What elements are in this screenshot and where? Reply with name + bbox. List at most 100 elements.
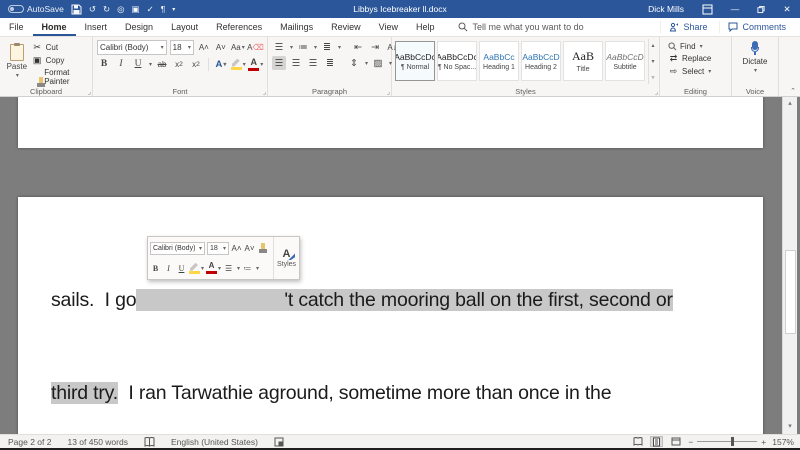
- tab-design[interactable]: Design: [116, 18, 162, 36]
- tab-insert[interactable]: Insert: [76, 18, 117, 36]
- scrollbar-thumb[interactable]: [785, 250, 796, 334]
- tab-layout[interactable]: Layout: [162, 18, 207, 36]
- read-mode-icon[interactable]: [631, 436, 644, 447]
- zoom-out-icon[interactable]: −: [688, 437, 693, 447]
- align-left-button[interactable]: ☰: [272, 56, 286, 70]
- scroll-down-icon[interactable]: ▾: [788, 420, 792, 432]
- style-no-spacing[interactable]: AaBbCcDc ¶ No Spac...: [437, 41, 477, 81]
- mini-italic-button[interactable]: I: [163, 262, 174, 274]
- clipboard-dialog-launcher[interactable]: ⌟: [88, 88, 91, 96]
- shrink-font-icon[interactable]: A˅: [214, 41, 228, 55]
- clear-formatting-icon[interactable]: A⌫: [248, 41, 263, 55]
- ribbon-display-options-icon[interactable]: [693, 0, 722, 18]
- dictate-button[interactable]: Dictate ▾: [743, 39, 768, 74]
- bold-button[interactable]: B: [97, 57, 111, 71]
- customize-qat-icon[interactable]: ▾: [172, 6, 175, 13]
- mini-bullets-button[interactable]: ☰: [223, 262, 234, 274]
- mini-font-color-button[interactable]: A▾: [206, 262, 221, 274]
- styles-gallery-down-icon[interactable]: ▾: [651, 58, 654, 65]
- tab-references[interactable]: References: [207, 18, 271, 36]
- underline-caret-icon[interactable]: ▾: [149, 61, 152, 68]
- mini-bold-button[interactable]: B: [150, 262, 161, 274]
- text-highlight-button[interactable]: ▾: [231, 57, 246, 71]
- zoom-level[interactable]: 157%: [772, 437, 794, 447]
- mini-numbering-button[interactable]: ≔: [242, 262, 253, 274]
- tab-mailings[interactable]: Mailings: [271, 18, 322, 36]
- tell-me-search[interactable]: Tell me what you want to do: [458, 18, 584, 36]
- numbering-button[interactable]: ≔: [296, 40, 310, 54]
- justify-button[interactable]: ≣: [323, 56, 337, 70]
- zoom-in-icon[interactable]: +: [761, 437, 766, 447]
- proofing-icon[interactable]: [136, 437, 163, 447]
- mini-shrink-font-icon[interactable]: A˅: [244, 242, 255, 254]
- superscript-button[interactable]: x2: [189, 57, 203, 71]
- styles-gallery-up-icon[interactable]: ▴: [651, 42, 654, 49]
- share-button[interactable]: Share: [660, 21, 715, 33]
- paragraph-dialog-launcher[interactable]: ⌟: [387, 88, 390, 96]
- zoom-slider-thumb[interactable]: [731, 437, 734, 446]
- mini-grow-font-icon[interactable]: A˄: [231, 242, 242, 254]
- align-center-button[interactable]: ☰: [289, 56, 303, 70]
- minimize-icon[interactable]: —: [722, 0, 748, 18]
- tab-home[interactable]: Home: [33, 18, 76, 36]
- underline-button[interactable]: U: [131, 57, 145, 71]
- tab-help[interactable]: Help: [407, 18, 444, 36]
- format-painter-button[interactable]: Format Painter: [32, 68, 90, 86]
- autosave-toggle[interactable]: AutoSave: [8, 4, 64, 14]
- language-indicator[interactable]: English (United States): [163, 437, 266, 447]
- decrease-indent-button[interactable]: ⇤: [351, 40, 365, 54]
- zoom-slider[interactable]: [697, 441, 757, 442]
- page-2[interactable]: sails. I go't catch the mooring ball on …: [18, 197, 763, 434]
- line-spacing-button[interactable]: ⇕: [347, 56, 361, 70]
- font-dialog-launcher[interactable]: ⌟: [263, 88, 266, 96]
- account-user-name[interactable]: Dick Mills: [639, 0, 693, 18]
- show-marks-icon[interactable]: ¶: [161, 4, 166, 14]
- mini-styles-button[interactable]: A Styles: [273, 237, 299, 279]
- collapse-ribbon-icon[interactable]: ⌃: [790, 87, 796, 95]
- page-indicator[interactable]: Page 2 of 2: [0, 437, 59, 447]
- paste-qat-icon[interactable]: ▣: [132, 4, 140, 15]
- read-aloud-icon[interactable]: ◎: [117, 4, 124, 15]
- scroll-up-icon[interactable]: ▴: [788, 97, 792, 109]
- redo-icon[interactable]: ↻: [103, 4, 110, 15]
- paste-button[interactable]: Paste ▾: [2, 39, 32, 84]
- bullets-button[interactable]: ☰: [272, 40, 286, 54]
- font-color-button[interactable]: A▾: [249, 57, 264, 71]
- shading-button[interactable]: ▨: [371, 56, 385, 70]
- tab-review[interactable]: Review: [322, 18, 370, 36]
- grow-font-icon[interactable]: A˄: [197, 41, 211, 55]
- print-layout-icon[interactable]: [650, 436, 663, 447]
- mini-font-size-combo[interactable]: 18▾: [207, 242, 229, 255]
- editor-check-icon[interactable]: ✓: [147, 4, 154, 15]
- replace-button[interactable]: ⇄Replace: [668, 53, 729, 64]
- change-case-icon[interactable]: Aa▾: [231, 41, 245, 55]
- style-normal[interactable]: AaBbCcDc ¶ Normal: [395, 41, 435, 81]
- tab-file[interactable]: File: [0, 18, 33, 36]
- mini-highlight-button[interactable]: ▾: [189, 262, 204, 274]
- close-icon[interactable]: ✕: [774, 0, 800, 18]
- styles-dialog-launcher[interactable]: ⌟: [655, 88, 658, 96]
- find-button[interactable]: Find▾: [668, 42, 729, 51]
- strikethrough-button[interactable]: ab: [155, 57, 169, 71]
- increase-indent-button[interactable]: ⇥: [368, 40, 382, 54]
- styles-gallery-more-icon[interactable]: ▿: [651, 74, 654, 81]
- select-button[interactable]: ⇨Select▾: [668, 66, 729, 77]
- style-heading2[interactable]: AaBbCcD Heading 2: [521, 41, 561, 81]
- page-1[interactable]: aboard as a novice. While learning to sa…: [18, 97, 763, 148]
- style-title[interactable]: AaB Title: [563, 41, 603, 81]
- save-icon[interactable]: [71, 4, 82, 15]
- word-count[interactable]: 13 of 450 words: [59, 437, 135, 447]
- text-predictions-icon[interactable]: [266, 437, 292, 447]
- style-subtitle[interactable]: AaBbCcD Subtitle: [605, 41, 645, 81]
- vertical-scrollbar[interactable]: ▴ ▾: [782, 97, 797, 434]
- subscript-button[interactable]: x2: [172, 57, 186, 71]
- mini-underline-button[interactable]: U: [176, 262, 187, 274]
- cut-button[interactable]: ✂Cut: [32, 42, 90, 53]
- mini-font-name-combo[interactable]: Calibri (Body)▾: [150, 242, 205, 255]
- font-name-combo[interactable]: Calibri (Body)▾: [97, 40, 167, 55]
- text-effects-button[interactable]: A▾: [214, 57, 228, 71]
- style-heading1[interactable]: AaBbCc Heading 1: [479, 41, 519, 81]
- font-size-combo[interactable]: 18▾: [170, 40, 194, 55]
- undo-icon[interactable]: ↺: [89, 4, 96, 15]
- copy-button[interactable]: ▣Copy: [32, 55, 90, 66]
